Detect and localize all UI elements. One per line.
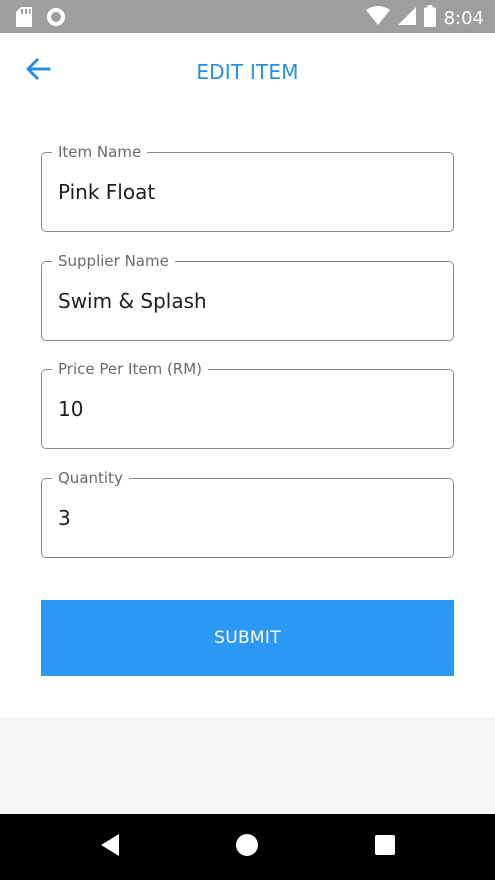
- home-circle-icon: [235, 833, 259, 862]
- price-field[interactable]: Price Per Item (RM) 10: [41, 360, 454, 449]
- submit-button[interactable]: SUBMIT: [41, 600, 454, 676]
- supplier-name-input[interactable]: Swim & Splash: [58, 289, 207, 313]
- wifi-icon: [365, 6, 390, 31]
- signal-icon: [397, 6, 416, 31]
- status-bar: 8:04: [0, 0, 495, 33]
- bottom-area: [0, 717, 495, 814]
- quantity-field[interactable]: Quantity 3: [41, 469, 454, 558]
- status-time: 8:04: [443, 8, 484, 29]
- quantity-label: Quantity: [52, 469, 129, 487]
- sd-card-icon: [16, 7, 32, 32]
- nav-back-button[interactable]: [80, 814, 140, 880]
- supplier-name-field[interactable]: Supplier Name Swim & Splash: [41, 252, 454, 341]
- item-name-input[interactable]: Pink Float: [58, 180, 155, 204]
- item-name-field[interactable]: Item Name Pink Float: [41, 143, 454, 232]
- nav-home-button[interactable]: [217, 814, 277, 880]
- supplier-name-label: Supplier Name: [52, 252, 175, 270]
- nav-recents-button[interactable]: [355, 814, 415, 880]
- item-name-label: Item Name: [52, 143, 148, 161]
- battery-icon: [423, 5, 436, 32]
- page-title: EDIT ITEM: [196, 60, 299, 84]
- recents-square-icon: [374, 834, 396, 861]
- sync-icon: [46, 7, 66, 32]
- back-triangle-icon: [99, 833, 121, 862]
- navigation-bar: [0, 814, 495, 880]
- price-input[interactable]: 10: [58, 397, 83, 421]
- quantity-input[interactable]: 3: [58, 506, 71, 530]
- app-bar: EDIT ITEM: [0, 33, 495, 111]
- price-label: Price Per Item (RM): [52, 360, 209, 378]
